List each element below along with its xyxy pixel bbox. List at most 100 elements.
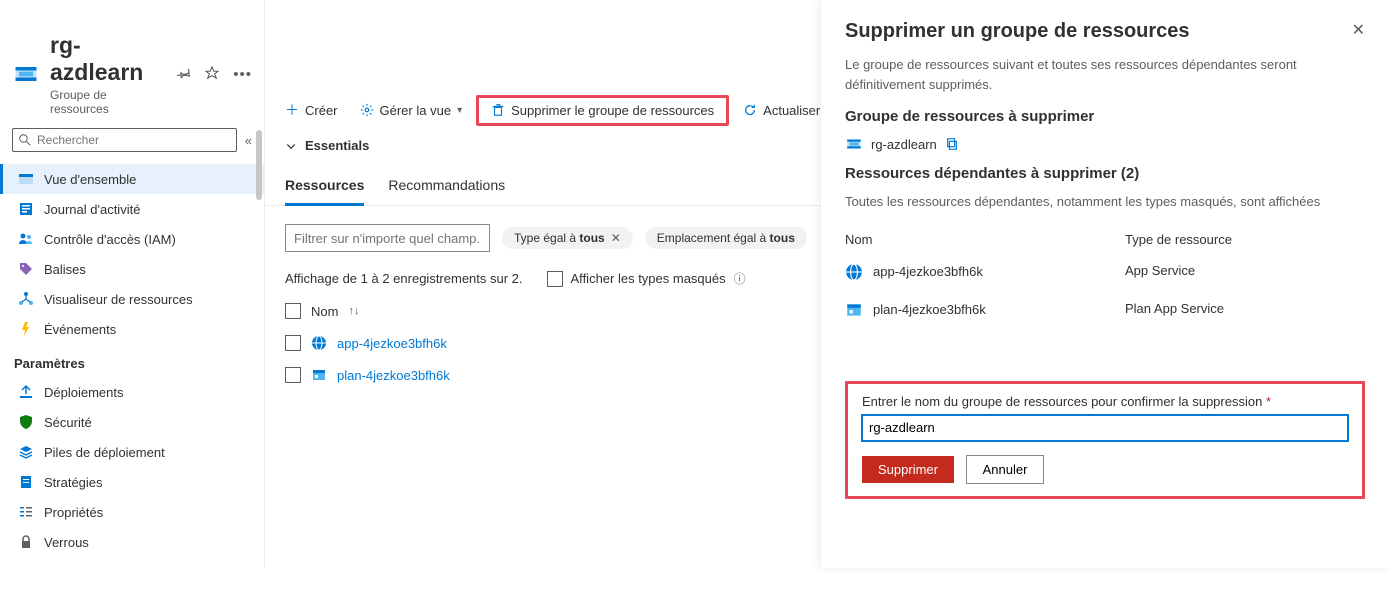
plus-icon: ＋ bbox=[285, 100, 299, 120]
confirm-box: Entrer le nom du groupe de ressources po… bbox=[845, 381, 1365, 499]
resource-link[interactable]: plan-4jezkoe3bfh6k bbox=[337, 368, 450, 383]
sidebar-item-properties[interactable]: Propriétés bbox=[0, 497, 264, 527]
select-all-checkbox[interactable] bbox=[285, 303, 301, 319]
sidebar-item-security[interactable]: Sécurité bbox=[0, 407, 264, 437]
dependent-note: Toutes les ressources dépendantes, notam… bbox=[845, 192, 1365, 212]
star-icon[interactable] bbox=[205, 66, 219, 83]
sidebar-item-locks[interactable]: Verrous bbox=[0, 527, 264, 557]
collapse-sidebar-icon[interactable]: « bbox=[245, 133, 252, 148]
scrollbar[interactable] bbox=[256, 130, 264, 280]
sidebar-section-settings: Paramètres bbox=[0, 344, 264, 377]
pin-icon[interactable] bbox=[177, 66, 191, 83]
shield-icon bbox=[18, 414, 34, 430]
sidebar-item-resource-visualizer[interactable]: Visualiseur de ressources bbox=[0, 284, 264, 314]
filter-input[interactable] bbox=[285, 224, 490, 252]
lock-icon bbox=[18, 534, 34, 550]
sidebar-item-label: Piles de déploiement bbox=[44, 445, 165, 460]
gear-icon bbox=[360, 103, 374, 117]
delete-rg-panel: Supprimer un groupe de ressources ✕ Le g… bbox=[821, 0, 1389, 568]
dep-name: app-4jezkoe3bfh6k bbox=[873, 264, 983, 279]
chevron-down-icon: ▾ bbox=[457, 105, 462, 116]
sidebar-item-label: Propriétés bbox=[44, 505, 103, 520]
sidebar-item-label: Contrôle d'accès (IAM) bbox=[44, 232, 176, 247]
sidebar-item-label: Balises bbox=[44, 262, 86, 277]
dep-type: Plan App Service bbox=[1125, 301, 1224, 319]
dep-type: App Service bbox=[1125, 263, 1195, 281]
dep-row: app-4jezkoe3bfh6k App Service bbox=[845, 253, 1365, 291]
page-header: rg-azdlearn Groupe de ressources ••• bbox=[0, 0, 264, 124]
trash-icon bbox=[491, 103, 505, 117]
dep-col-name: Nom bbox=[845, 232, 1125, 247]
row-checkbox[interactable] bbox=[285, 367, 301, 383]
required-indicator: * bbox=[1266, 394, 1271, 409]
sidebar-item-events[interactable]: Événements bbox=[0, 314, 264, 344]
copy-icon[interactable] bbox=[945, 137, 959, 151]
row-checkbox[interactable] bbox=[285, 335, 301, 351]
close-icon[interactable]: ✕ bbox=[1352, 20, 1365, 40]
sidebar-search-input[interactable] bbox=[37, 133, 230, 147]
activity-log-icon bbox=[18, 201, 34, 217]
col-name[interactable]: Nom bbox=[311, 304, 338, 319]
sidebar-search[interactable] bbox=[12, 128, 237, 152]
location-filter-pill[interactable]: Emplacement égal à tous bbox=[645, 227, 807, 249]
panel-title: Supprimer un groupe de ressources bbox=[845, 20, 1190, 43]
type-filter-pill[interactable]: Type égal à tous ✕ bbox=[502, 227, 633, 249]
dependent-heading: Ressources dépendantes à supprimer (2) bbox=[845, 165, 1365, 182]
more-icon[interactable]: ••• bbox=[233, 66, 252, 83]
cancel-button[interactable]: Annuler bbox=[966, 455, 1045, 484]
sidebar-item-label: Événements bbox=[44, 322, 116, 337]
create-button[interactable]: ＋ Créer bbox=[277, 96, 346, 124]
app-service-plan-icon bbox=[845, 301, 863, 319]
clear-filter-icon[interactable]: ✕ bbox=[611, 231, 621, 245]
info-icon[interactable]: ⓘ bbox=[734, 270, 746, 287]
policies-icon bbox=[18, 474, 34, 490]
app-service-plan-icon bbox=[311, 367, 327, 383]
sidebar-item-iam[interactable]: Contrôle d'accès (IAM) bbox=[0, 224, 264, 254]
stacks-icon bbox=[18, 444, 34, 460]
confirm-label: Entrer le nom du groupe de ressources po… bbox=[862, 394, 1262, 409]
resource-link[interactable]: app-4jezkoe3bfh6k bbox=[337, 336, 447, 351]
confirm-input[interactable] bbox=[862, 415, 1348, 441]
show-hidden-label: Afficher les types masqués bbox=[571, 271, 726, 286]
sidebar-item-overview[interactable]: Vue d'ensemble bbox=[0, 164, 264, 194]
tab-resources[interactable]: Ressources bbox=[285, 177, 364, 206]
chevron-down-icon bbox=[285, 140, 297, 152]
sidebar-item-label: Journal d'activité bbox=[44, 202, 140, 217]
globe-icon bbox=[311, 335, 327, 351]
refresh-icon bbox=[743, 103, 757, 117]
globe-icon bbox=[845, 263, 863, 281]
sidebar-item-label: Stratégies bbox=[44, 475, 103, 490]
sidebar-item-policies[interactable]: Stratégies bbox=[0, 467, 264, 497]
sidebar-item-deployments[interactable]: Déploiements bbox=[0, 377, 264, 407]
rg-name: rg-azdlearn bbox=[871, 137, 937, 152]
sidebar-item-label: Vue d'ensemble bbox=[44, 172, 136, 187]
rg-to-delete-heading: Groupe de ressources à supprimer bbox=[845, 108, 1365, 125]
page-subtitle: Groupe de ressources bbox=[50, 88, 161, 116]
refresh-button[interactable]: Actualiser bbox=[735, 99, 828, 122]
dependent-table: Nom Type de ressource app-4jezkoe3bfh6k … bbox=[845, 226, 1365, 329]
tab-recommendations[interactable]: Recommandations bbox=[388, 177, 505, 205]
sidebar-item-label: Sécurité bbox=[44, 415, 92, 430]
sidebar-item-deployment-stacks[interactable]: Piles de déploiement bbox=[0, 437, 264, 467]
page-title: rg-azdlearn bbox=[50, 32, 161, 86]
overview-icon bbox=[18, 171, 34, 187]
sidebar-item-activity-log[interactable]: Journal d'activité bbox=[0, 194, 264, 224]
sidebar-item-label: Visualiseur de ressources bbox=[44, 292, 193, 307]
sidebar-item-label: Verrous bbox=[44, 535, 89, 550]
manage-view-button[interactable]: Gérer la vue ▾ bbox=[352, 99, 471, 122]
record-count: Affichage de 1 à 2 enregistrements sur 2… bbox=[285, 271, 523, 286]
delete-rg-button[interactable]: Supprimer le groupe de ressources bbox=[476, 95, 729, 126]
resource-group-icon bbox=[845, 135, 863, 153]
events-icon bbox=[18, 321, 34, 337]
dep-col-type: Type de ressource bbox=[1125, 232, 1232, 247]
resource-visualizer-icon bbox=[18, 291, 34, 307]
sidebar: rg-azdlearn Groupe de ressources ••• « V… bbox=[0, 0, 265, 568]
sort-arrow-icon[interactable]: ↑↓ bbox=[348, 305, 359, 317]
resource-group-icon bbox=[12, 60, 40, 88]
show-hidden-checkbox[interactable] bbox=[547, 271, 563, 287]
sidebar-item-tags[interactable]: Balises bbox=[0, 254, 264, 284]
dep-row: plan-4jezkoe3bfh6k Plan App Service bbox=[845, 291, 1365, 329]
sidebar-item-label: Déploiements bbox=[44, 385, 124, 400]
iam-icon bbox=[18, 231, 34, 247]
delete-button[interactable]: Supprimer bbox=[862, 456, 954, 483]
